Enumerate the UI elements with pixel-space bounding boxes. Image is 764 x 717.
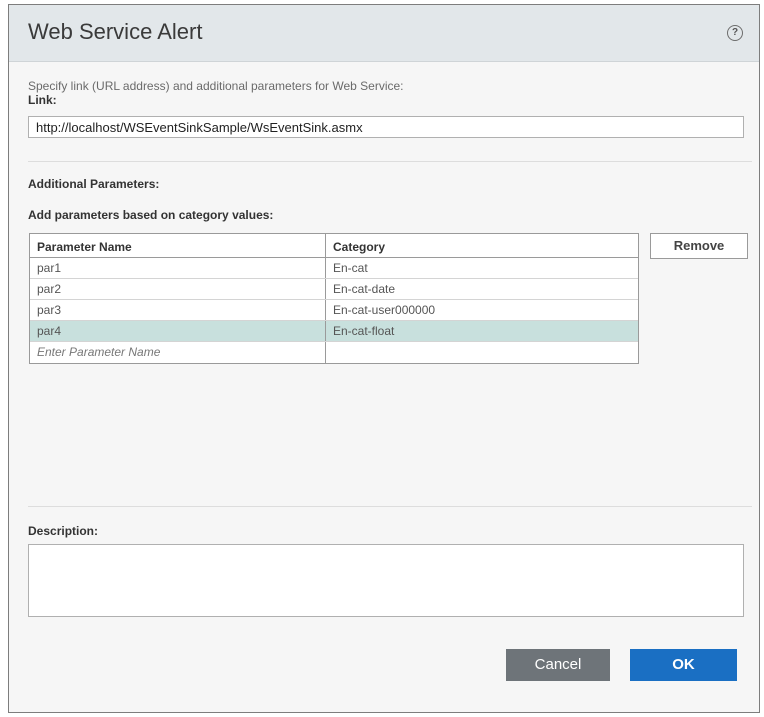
new-category-cell[interactable] xyxy=(326,342,638,363)
divider xyxy=(28,161,752,162)
category-cell[interactable]: En-cat-date xyxy=(326,279,638,299)
parameter-name-cell[interactable]: par3 xyxy=(30,300,326,320)
table-row[interactable]: par1 En-cat xyxy=(30,258,638,279)
column-header-parameter-name[interactable]: Parameter Name xyxy=(30,234,326,257)
category-cell[interactable]: En-cat-user000000 xyxy=(326,300,638,320)
ok-button[interactable]: OK xyxy=(630,649,737,681)
table-row[interactable]: par3 En-cat-user000000 xyxy=(30,300,638,321)
parameters-table: Parameter Name Category par1 En-cat par2… xyxy=(29,233,639,364)
description-label: Description: xyxy=(28,524,99,538)
parameter-name-cell[interactable]: par1 xyxy=(30,258,326,278)
help-icon[interactable]: ? xyxy=(727,25,743,41)
link-label: Link: xyxy=(28,93,57,107)
link-url-input[interactable] xyxy=(28,116,744,138)
description-textarea[interactable] xyxy=(28,544,744,617)
add-parameters-label: Add parameters based on category values: xyxy=(28,208,274,222)
category-cell[interactable]: En-cat-float xyxy=(326,321,638,341)
remove-button[interactable]: Remove xyxy=(650,233,748,259)
table-header-row: Parameter Name Category xyxy=(30,234,638,258)
dialog-titlebar: Web Service Alert ? xyxy=(9,5,759,62)
parameter-name-cell[interactable]: par4 xyxy=(30,321,326,341)
cancel-button[interactable]: Cancel xyxy=(506,649,610,681)
category-cell[interactable]: En-cat xyxy=(326,258,638,278)
column-header-category[interactable]: Category xyxy=(326,234,638,257)
new-parameter-row[interactable]: Enter Parameter Name xyxy=(30,342,638,363)
new-parameter-name-input[interactable]: Enter Parameter Name xyxy=(30,342,326,363)
web-service-alert-dialog: Web Service Alert ? Specify link (URL ad… xyxy=(8,4,760,713)
table-row[interactable]: par2 En-cat-date xyxy=(30,279,638,300)
divider xyxy=(28,506,752,507)
dialog-title: Web Service Alert xyxy=(28,19,203,44)
link-intro-text: Specify link (URL address) and additiona… xyxy=(28,79,404,93)
additional-parameters-label: Additional Parameters: xyxy=(28,177,160,191)
parameter-name-cell[interactable]: par2 xyxy=(30,279,326,299)
table-row-selected[interactable]: par4 En-cat-float xyxy=(30,321,638,342)
